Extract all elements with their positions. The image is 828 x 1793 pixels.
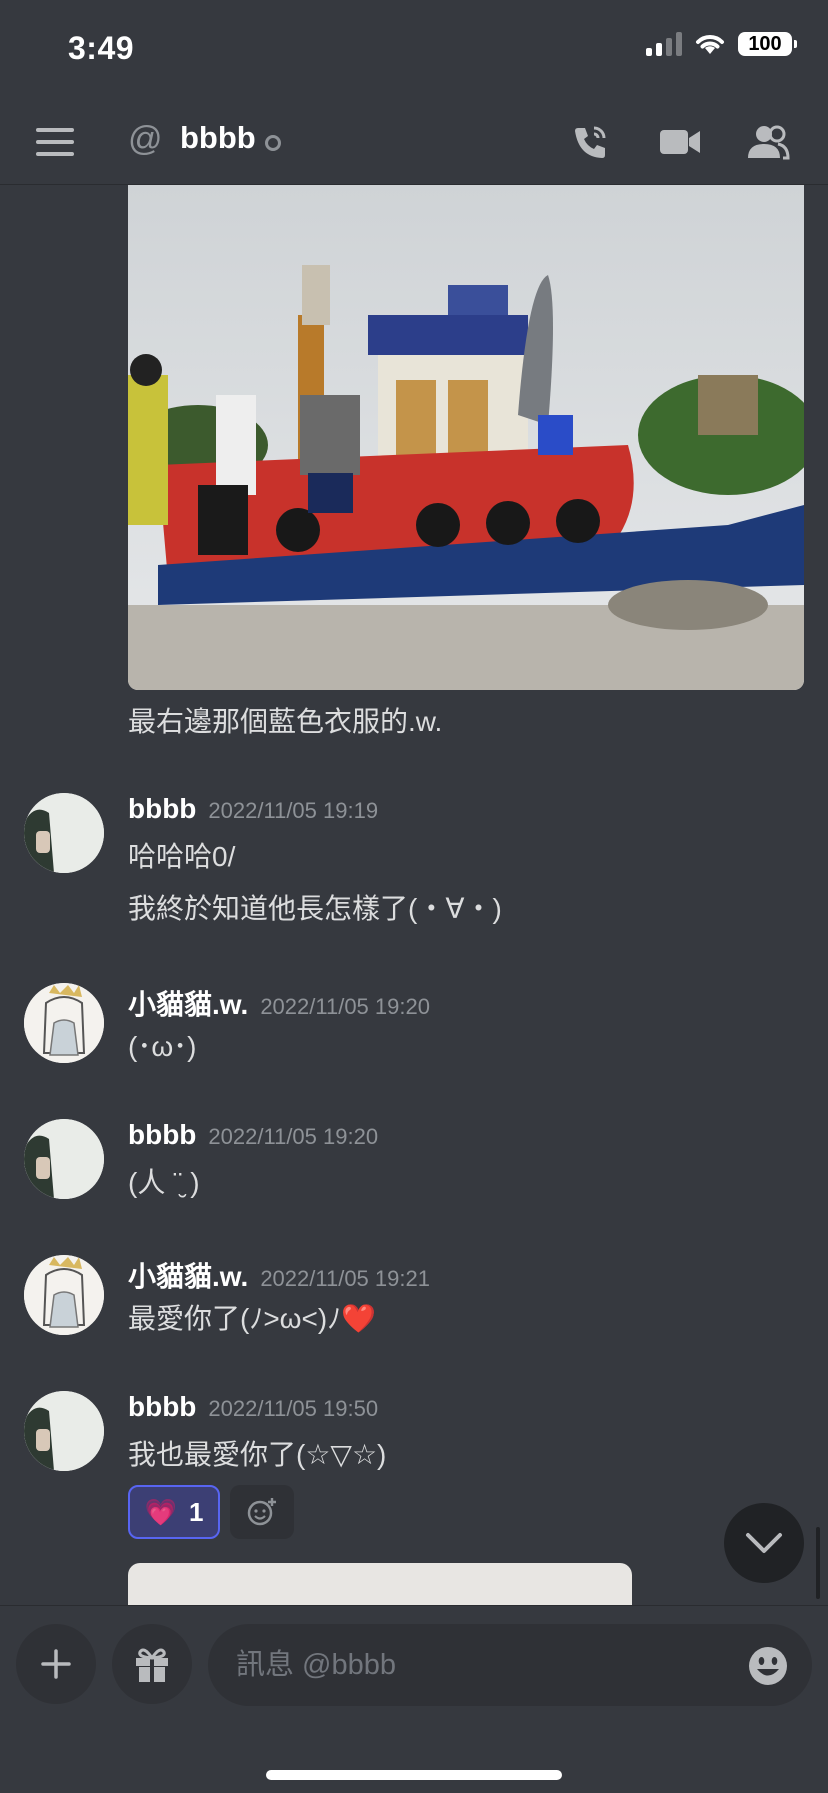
message-text: (人 ¨̮ )	[128, 1167, 200, 1198]
message-header: 小貓貓.w. 2022/11/05 19:21	[128, 1255, 430, 1295]
menu-icon[interactable]	[36, 128, 74, 156]
timestamp: 2022/11/05 19:20	[208, 1124, 379, 1149]
message-composer	[0, 1605, 828, 1793]
avatar[interactable]	[24, 1119, 104, 1199]
reaction-button[interactable]: 💗 1	[128, 1485, 220, 1539]
message-text: (･ω･)	[128, 1031, 197, 1062]
username[interactable]: bbbb	[128, 793, 196, 824]
jump-to-present-button[interactable]	[724, 1503, 804, 1583]
chevron-down-icon	[746, 1533, 782, 1553]
message-header: 小貓貓.w. 2022/11/05 19:20	[128, 983, 430, 1023]
username[interactable]: 小貓貓.w.	[128, 989, 248, 1020]
message-text: 哈哈哈0/	[128, 841, 236, 872]
username[interactable]: bbbb	[128, 1119, 196, 1150]
image-attachment[interactable]	[128, 1563, 632, 1605]
heart-emoji-icon: 💗	[144, 1496, 177, 1527]
status-bar: 3:49 100	[0, 0, 828, 100]
message-text: 我終於知道他長怎樣了(・∀・)	[128, 893, 502, 924]
message-header: bbbb 2022/11/05 19:50	[128, 1391, 378, 1423]
gift-icon	[136, 1648, 168, 1682]
wifi-icon	[696, 35, 724, 54]
channel-name[interactable]: bbbb	[180, 120, 256, 156]
add-reaction-icon	[247, 1498, 276, 1526]
video-call-icon[interactable]	[658, 122, 702, 162]
message-text: 最右邊那個藍色衣服的.w.	[128, 706, 443, 737]
emoji-picker-icon[interactable]	[748, 1646, 788, 1686]
username[interactable]: bbbb	[128, 1391, 196, 1422]
chat-area[interactable]: 最右邊那個藍色衣服的.w. bbbb 2022/11/05 19:19 哈哈哈0/…	[0, 185, 828, 1605]
at-icon: @	[128, 120, 163, 158]
avatar[interactable]	[24, 983, 104, 1063]
add-attachment-button[interactable]	[16, 1624, 96, 1704]
avatar[interactable]	[24, 1255, 104, 1335]
add-reaction-button[interactable]	[230, 1485, 294, 1539]
avatar[interactable]	[24, 1391, 104, 1471]
signal-icon	[646, 32, 682, 56]
image-attachment[interactable]	[128, 185, 804, 690]
timestamp: 2022/11/05 19:19	[208, 798, 379, 823]
boat-photo	[128, 185, 804, 690]
scrollbar[interactable]	[816, 1527, 820, 1599]
message-text: 最愛你了(ﾉ>ω<)ﾉ❤️	[128, 1303, 377, 1334]
message-text: 我也最愛你了(☆▽☆)	[128, 1439, 387, 1470]
timestamp: 2022/11/05 19:20	[260, 994, 430, 1019]
status-time: 3:49	[68, 30, 135, 66]
home-indicator	[266, 1770, 562, 1780]
message-header: bbbb 2022/11/05 19:20	[128, 1119, 378, 1151]
message-header: bbbb 2022/11/05 19:19	[128, 793, 378, 825]
avatar[interactable]	[24, 793, 104, 873]
timestamp: 2022/11/05 19:21	[260, 1266, 430, 1291]
gift-button[interactable]	[112, 1624, 192, 1704]
username[interactable]: 小貓貓.w.	[128, 1261, 248, 1292]
status-icons: 100	[646, 32, 797, 56]
message-input[interactable]	[208, 1624, 812, 1706]
phone-call-icon[interactable]	[568, 122, 612, 162]
members-icon[interactable]	[746, 122, 790, 162]
timestamp: 2022/11/05 19:50	[208, 1396, 379, 1421]
reaction-count: 1	[188, 1496, 204, 1527]
status-dot	[265, 135, 281, 151]
channel-header: @ bbbb	[0, 100, 828, 185]
plus-icon	[41, 1649, 71, 1679]
battery-indicator: 100	[738, 32, 797, 56]
